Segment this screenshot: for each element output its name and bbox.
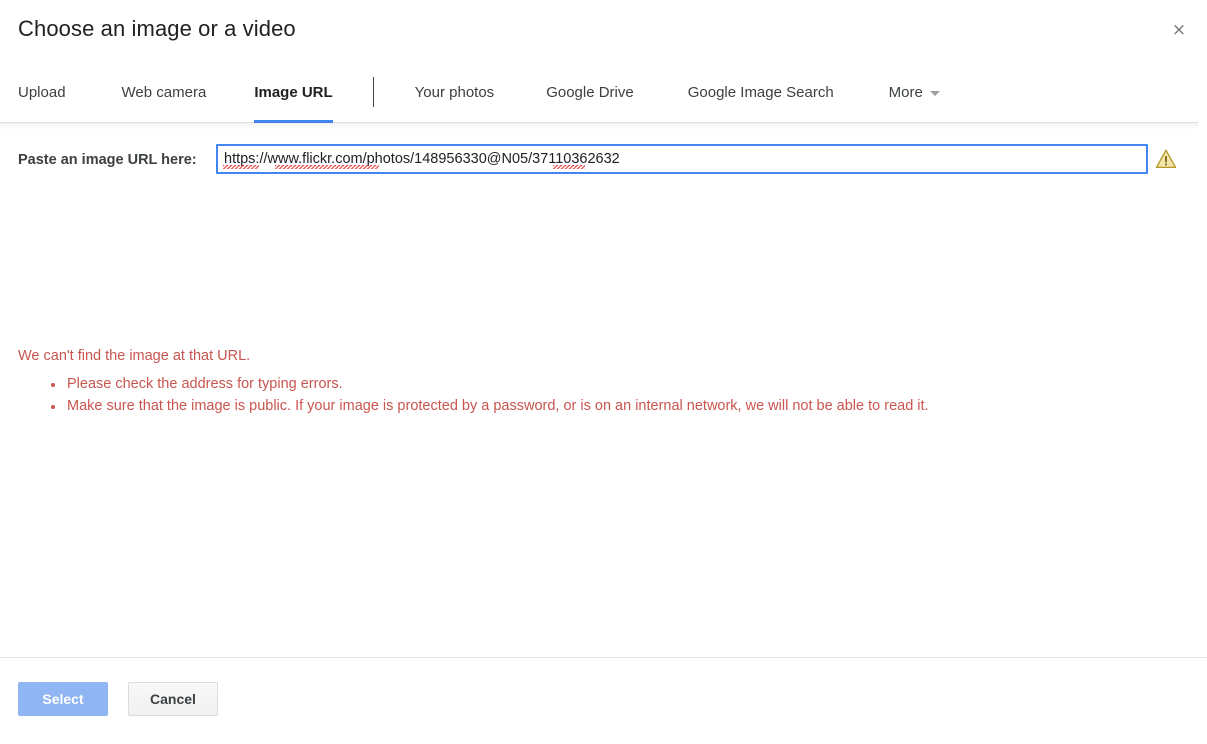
- tab-your-photos[interactable]: Your photos: [415, 62, 495, 122]
- tab-google-drive[interactable]: Google Drive: [546, 62, 634, 122]
- url-row: Paste an image URL here:: [0, 144, 1207, 176]
- tab-google-drive-label: Google Drive: [546, 83, 634, 101]
- error-headline: We can't find the image at that URL.: [18, 348, 251, 364]
- tab-your-photos-label: Your photos: [414, 83, 495, 101]
- choose-image-dialog: Choose an image or a video × Upload Web …: [0, 0, 1207, 744]
- tab-strip: Upload Web camera Image URL Your photos …: [0, 62, 1198, 130]
- tab-more-label: More: [888, 83, 923, 101]
- dialog-title: Choose an image or a video: [18, 16, 296, 41]
- close-icon[interactable]: ×: [1165, 16, 1193, 44]
- url-field-label: Paste an image URL here:: [18, 152, 197, 168]
- list-item: Please check the address for typing erro…: [18, 374, 1187, 395]
- error-suggestion-list: Please check the address for typing erro…: [18, 374, 1187, 417]
- dialog-header: Choose an image or a video ×: [0, 0, 1207, 62]
- tab-image-url[interactable]: Image URL: [254, 62, 334, 123]
- dialog-footer: Select Cancel: [0, 657, 1207, 744]
- chevron-down-icon: [929, 90, 940, 96]
- tab-group-divider: [372, 77, 374, 107]
- dialog-body: Paste an image URL here: We can't find t…: [0, 124, 1207, 657]
- tab-google-image-search[interactable]: Google Image Search: [688, 62, 834, 122]
- select-button[interactable]: Select: [18, 682, 108, 716]
- tab-upload-label: Upload: [18, 83, 66, 101]
- tab-more[interactable]: More: [889, 62, 940, 122]
- tab-google-image-search-label: Google Image Search: [687, 83, 834, 101]
- tab-web-camera[interactable]: Web camera: [122, 62, 207, 122]
- list-item: Make sure that the image is public. If y…: [18, 396, 1187, 417]
- tab-upload[interactable]: Upload: [18, 62, 66, 122]
- tab-web-camera-label: Web camera: [121, 83, 207, 101]
- tabbar-wrap: Upload Web camera Image URL Your photos …: [0, 62, 1207, 130]
- cancel-button[interactable]: Cancel: [128, 682, 218, 716]
- tab-image-url-label: Image URL: [254, 83, 333, 101]
- image-url-input[interactable]: [216, 144, 1148, 174]
- warning-triangle-icon: [1155, 149, 1177, 169]
- error-message-block: We can't find the image at that URL. Ple…: [18, 346, 1187, 417]
